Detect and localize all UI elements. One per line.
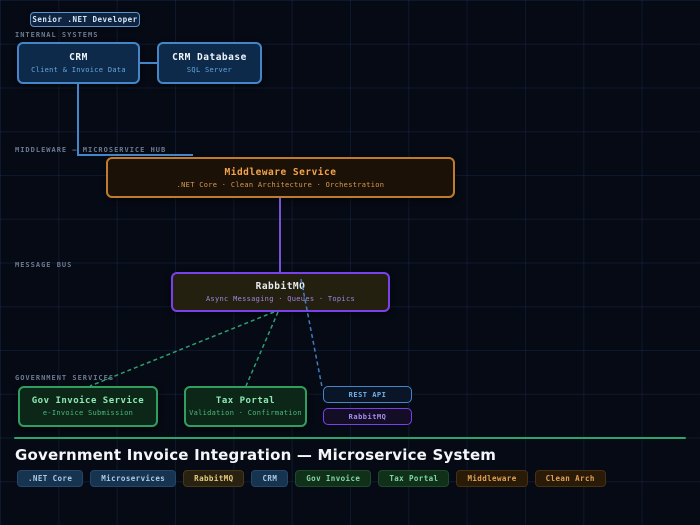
node-tax-portal[interactable]: Tax Portal Validation · Confirmation xyxy=(184,386,307,427)
node-crm-database-subtitle: SQL Server xyxy=(187,66,232,74)
node-rabbitmq-title: RabbitMQ xyxy=(256,281,306,292)
footer-tag: Microservices xyxy=(90,470,176,487)
chip-rabbitmq[interactable]: RabbitMQ xyxy=(323,408,412,425)
node-gov-invoice-service[interactable]: Gov Invoice Service e-Invoice Submission xyxy=(18,386,158,427)
section-label-government-services: GOVERNMENT SERVICES xyxy=(15,374,114,382)
chip-rest-api-label: REST API xyxy=(349,391,387,399)
node-crm[interactable]: CRM Client & Invoice Data xyxy=(17,42,140,84)
node-tax-portal-title: Tax Portal xyxy=(216,396,275,406)
footer-divider xyxy=(14,437,686,439)
role-badge-label: Senior .NET Developer xyxy=(32,15,137,24)
chip-rest-api[interactable]: REST API xyxy=(323,386,412,403)
connector-rabbitmq-to-gov-invoice xyxy=(90,312,274,386)
footer-tag: .NET Core xyxy=(17,470,83,487)
section-label-message-bus: MESSAGE BUS xyxy=(15,261,72,269)
chip-rabbitmq-label: RabbitMQ xyxy=(349,413,387,421)
role-badge[interactable]: Senior .NET Developer xyxy=(30,12,140,27)
node-gov-invoice-title: Gov Invoice Service xyxy=(32,396,144,406)
node-crm-database-title: CRM Database xyxy=(172,52,247,63)
footer-tag: Gov Invoice xyxy=(295,470,371,487)
node-middleware-title: Middleware Service xyxy=(225,167,337,178)
node-crm-title: CRM xyxy=(69,52,88,63)
footer-tag: Tax Portal xyxy=(378,470,449,487)
footer-tag: RabbitMQ xyxy=(183,470,244,487)
footer-tag: CRM xyxy=(251,470,288,487)
connector-rabbitmq-to-tax-portal xyxy=(246,312,278,386)
node-rabbitmq-subtitle: Async Messaging · Queues · Topics xyxy=(206,295,355,303)
architecture-diagram-canvas: Senior .NET Developer INTERNAL SYSTEMS M… xyxy=(0,0,700,525)
node-middleware-service[interactable]: Middleware Service .NET Core · Clean Arc… xyxy=(106,157,455,198)
footer-tag: Middleware xyxy=(456,470,527,487)
section-label-middleware-hub: MIDDLEWARE — MICROSERVICE HUB xyxy=(15,146,166,154)
node-rabbitmq[interactable]: RabbitMQ Async Messaging · Queues · Topi… xyxy=(171,272,390,312)
node-gov-invoice-subtitle: e-Invoice Submission xyxy=(43,409,133,417)
page-title: Government Invoice Integration — Microse… xyxy=(15,446,496,464)
footer-tag-row: .NET Core Microservices RabbitMQ CRM Gov Inv… xyxy=(17,470,606,487)
node-tax-portal-subtitle: Validation · Confirmation xyxy=(189,409,302,417)
node-crm-subtitle: Client & Invoice Data xyxy=(31,66,126,74)
section-label-internal-systems: INTERNAL SYSTEMS xyxy=(15,31,98,39)
footer-tag: Clean Arch xyxy=(535,470,606,487)
node-middleware-subtitle: .NET Core · Clean Architecture · Orchest… xyxy=(177,181,385,189)
node-crm-database[interactable]: CRM Database SQL Server xyxy=(157,42,262,84)
connector-crm-to-middleware xyxy=(78,84,193,155)
